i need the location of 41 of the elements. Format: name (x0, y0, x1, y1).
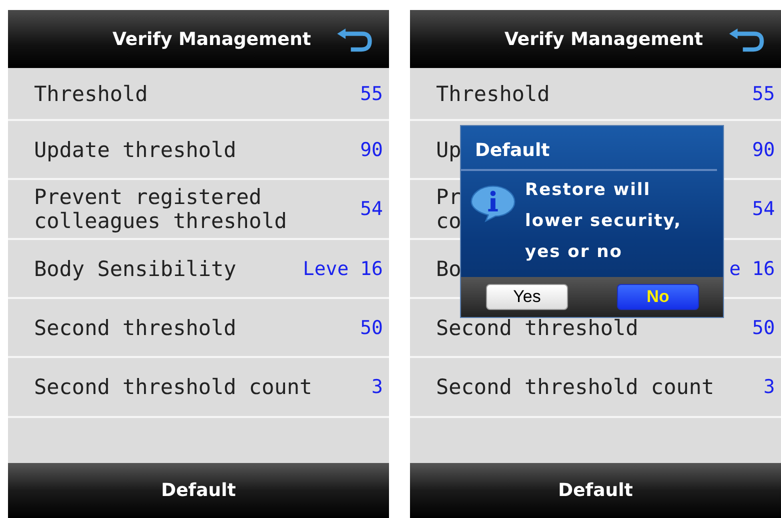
row-label: Threshold (34, 82, 148, 106)
row-label: Second threshold (34, 316, 236, 340)
row-value: 55 (360, 82, 383, 104)
row-label: Second threshold count (436, 375, 714, 399)
row-label: Up (436, 138, 462, 162)
row-value: 54 (752, 198, 775, 220)
info-icon (469, 183, 517, 223)
settings-row[interactable]: Threshold 55 (410, 68, 781, 121)
row-label: Prevent registered colleagues threshold (34, 185, 287, 233)
settings-row[interactable]: Second threshold count 3 (410, 358, 781, 418)
row-value: 50 (752, 316, 775, 338)
row-label: Second threshold (436, 316, 638, 340)
dialog-button[interactable]: Yes (486, 284, 568, 310)
screen-title: Verify Management (112, 28, 311, 50)
row-value: 90 (360, 138, 383, 160)
row-label: Second threshold count (34, 375, 312, 399)
row-value: 55 (752, 82, 775, 104)
settings-row[interactable]: Prevent registered colleagues threshold 54 (8, 180, 389, 240)
settings-row[interactable]: Second threshold count 3 (8, 358, 389, 418)
row-value: 54 (360, 198, 383, 220)
row-label: Pr co (436, 185, 462, 233)
row-label: Threshold (436, 82, 550, 106)
row-value: 3 (764, 376, 775, 398)
settings-row[interactable]: Update threshold 90 (8, 121, 389, 180)
settings-row[interactable]: Threshold 55 (8, 68, 389, 121)
row-value: 3 (372, 376, 383, 398)
row-value: Leve 16 (302, 258, 383, 280)
row-value: 50 (360, 316, 383, 338)
settings-row[interactable]: Body Sensibility Leve 16 (8, 240, 389, 299)
dialog-message: Restore will lower security, yes or no (525, 179, 682, 264)
settings-row[interactable]: Second threshold 50 (8, 299, 389, 358)
default-button[interactable]: Default (558, 480, 633, 501)
row-value: e 16 (729, 258, 775, 280)
row-label: Update threshold (34, 138, 236, 162)
row-value: 90 (752, 138, 775, 160)
screen-title: Verify Management (504, 28, 703, 50)
default-button[interactable]: Default (161, 480, 236, 501)
row-label: Body Sensibility (34, 256, 236, 280)
row-label: Bo (436, 256, 462, 280)
dialog-button[interactable]: No (617, 284, 699, 310)
dialog-title: Default (461, 126, 717, 171)
